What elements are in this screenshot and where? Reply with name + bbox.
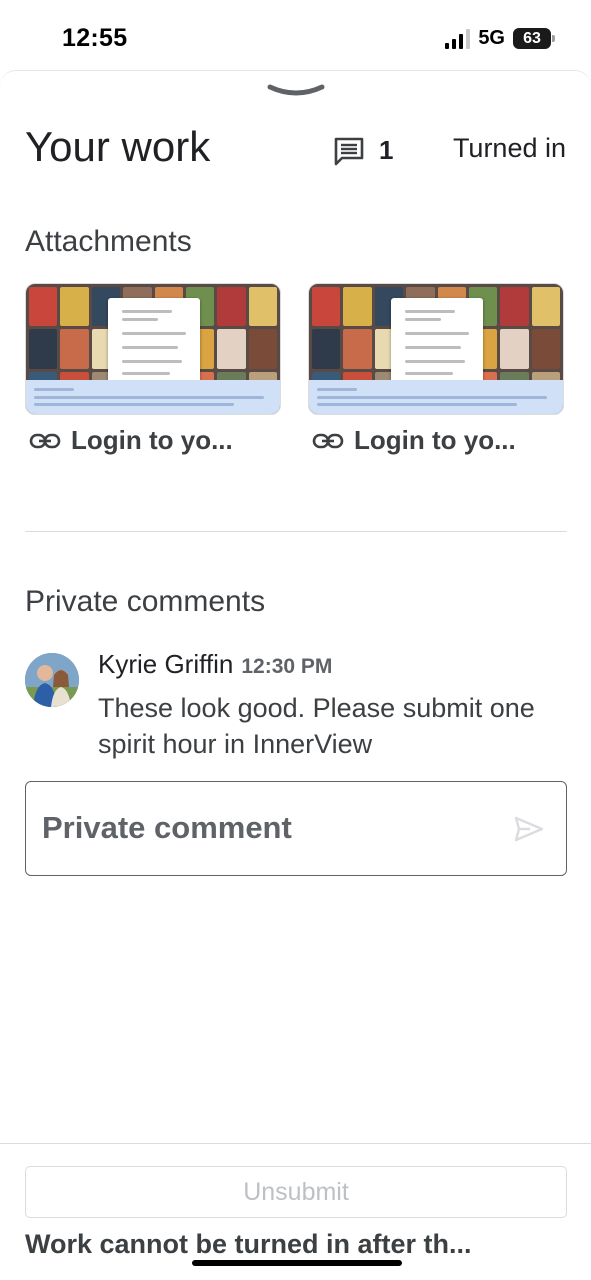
battery-level: 63 bbox=[523, 29, 541, 47]
turn-in-warning: Work cannot be turned in after th... bbox=[25, 1229, 472, 1259]
comment-count-button[interactable]: 1 bbox=[333, 135, 393, 166]
attachment-card[interactable]: Login to yo... bbox=[25, 283, 281, 456]
your-work-sheet: Your work 1 Turned in Attachments Login … bbox=[0, 70, 591, 1280]
attachment-card[interactable]: Login to yo... bbox=[308, 283, 564, 456]
comment-text: These look good. Please submit one spiri… bbox=[98, 693, 535, 759]
page-title: Your work bbox=[25, 123, 211, 170]
status-bar: 12:55 5G 63 bbox=[0, 0, 591, 72]
turned-in-status: Turned in bbox=[452, 133, 566, 163]
attachment-thumbnail bbox=[25, 283, 281, 415]
attachment-title: Login to yo... bbox=[71, 425, 233, 455]
battery-icon: 63 bbox=[513, 28, 555, 49]
private-comment-input[interactable] bbox=[42, 800, 502, 856]
network-type: 5G bbox=[478, 27, 505, 49]
signal-strength-icon bbox=[445, 28, 471, 49]
attachment-title: Login to yo... bbox=[354, 425, 516, 455]
send-icon[interactable] bbox=[514, 816, 544, 842]
section-divider bbox=[25, 531, 567, 532]
home-indicator bbox=[192, 1260, 402, 1266]
private-comment-box[interactable] bbox=[25, 781, 567, 876]
comment-item: Kyrie Griffin 12:30 PM These look good. … bbox=[98, 649, 568, 762]
avatar bbox=[25, 653, 79, 707]
link-icon bbox=[29, 433, 61, 448]
comment-author: Kyrie Griffin bbox=[98, 649, 234, 679]
attachment-label[interactable]: Login to yo... bbox=[25, 425, 281, 456]
attachment-label[interactable]: Login to yo... bbox=[308, 425, 564, 456]
link-icon bbox=[312, 433, 344, 448]
attachments-heading: Attachments bbox=[25, 225, 192, 258]
status-time: 12:55 bbox=[62, 24, 128, 52]
comment-count: 1 bbox=[379, 135, 394, 165]
attachment-thumbnail bbox=[308, 283, 564, 415]
comment-timestamp: 12:30 PM bbox=[241, 655, 333, 678]
comment-icon bbox=[334, 137, 364, 165]
status-indicators: 5G 63 bbox=[445, 27, 555, 50]
private-comments-heading: Private comments bbox=[25, 585, 266, 618]
collapse-chevron-icon[interactable] bbox=[266, 83, 326, 101]
footer-divider bbox=[0, 1143, 591, 1144]
unsubmit-button[interactable]: Unsubmit bbox=[25, 1166, 567, 1218]
